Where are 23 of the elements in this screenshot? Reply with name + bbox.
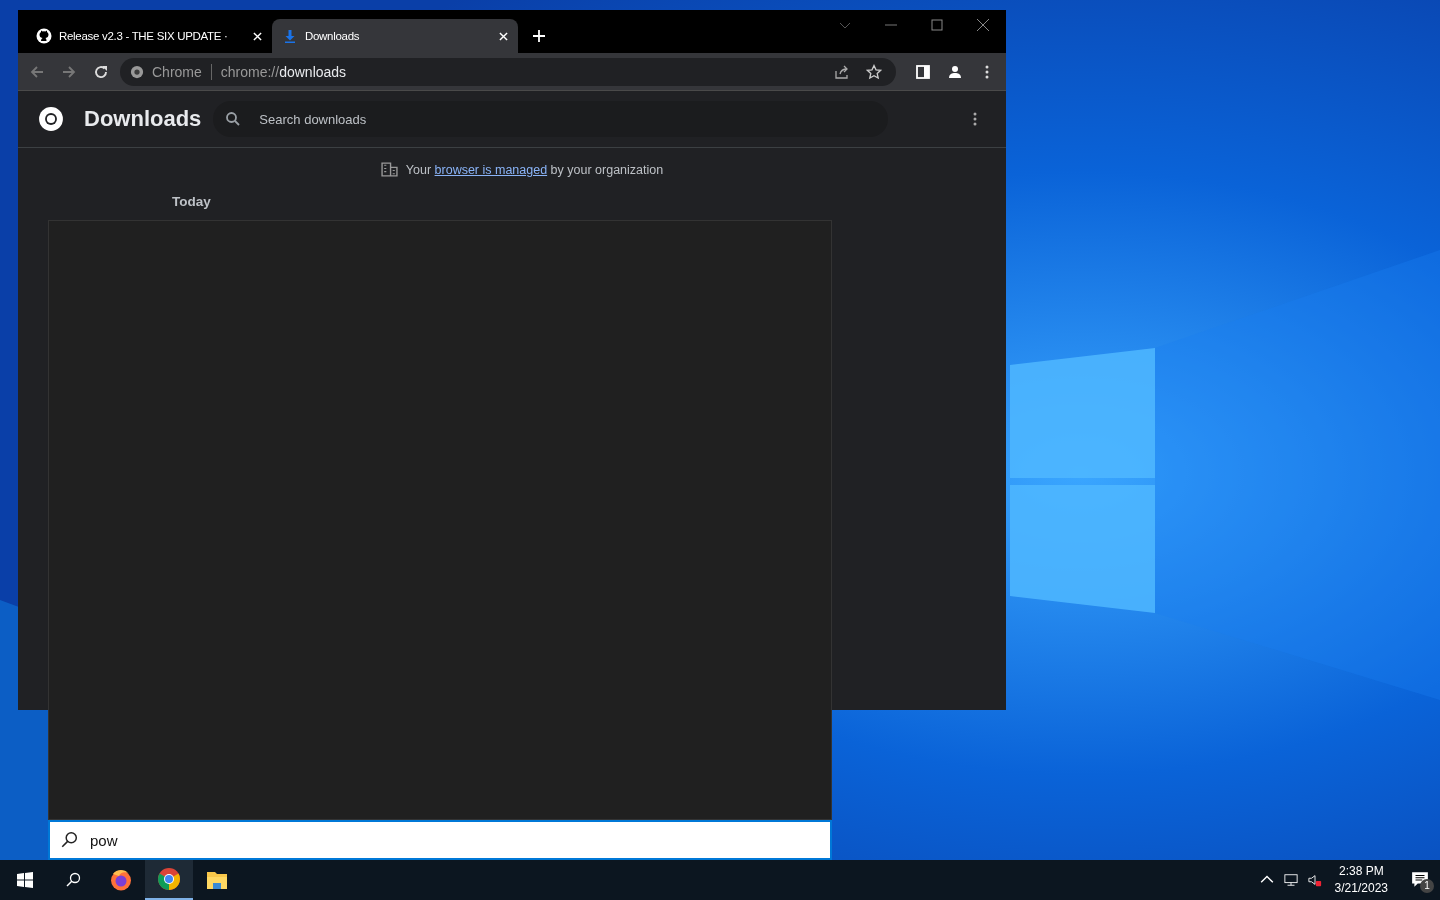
building-icon <box>380 161 398 178</box>
download-icon <box>282 28 298 44</box>
clock-date: 3/21/2023 <box>1334 880 1388 897</box>
browser-tab[interactable]: Release v2.3 - THE SIX UPDATE · <box>26 19 272 53</box>
taskbar-app[interactable] <box>145 860 193 900</box>
new-tab-icon[interactable] <box>533 30 545 42</box>
search-icon <box>60 831 78 849</box>
clock-time: 2:38 PM <box>1338 863 1384 880</box>
notification-count: 1 <box>1420 879 1434 893</box>
github-icon <box>36 28 52 44</box>
managed-notice: Your browser is managed by your organization <box>405 162 664 177</box>
site-label: Chrome <box>152 63 202 80</box>
section-heading: Today <box>172 194 211 209</box>
url-text: chrome://downloads <box>220 63 347 80</box>
page-title: Downloads <box>84 106 202 132</box>
maximize-icon[interactable] <box>931 19 943 31</box>
search-icon <box>225 111 242 127</box>
managed-link[interactable]: browser is managed <box>434 162 548 177</box>
search-field[interactable]: Search downloads <box>213 101 889 137</box>
address-bar[interactable]: Chrome chrome://downloads <box>120 57 896 86</box>
close-icon[interactable] <box>977 19 989 31</box>
start-search-field[interactable]: pow <box>48 820 832 860</box>
browser-tab[interactable]: Downloads <box>272 19 518 53</box>
